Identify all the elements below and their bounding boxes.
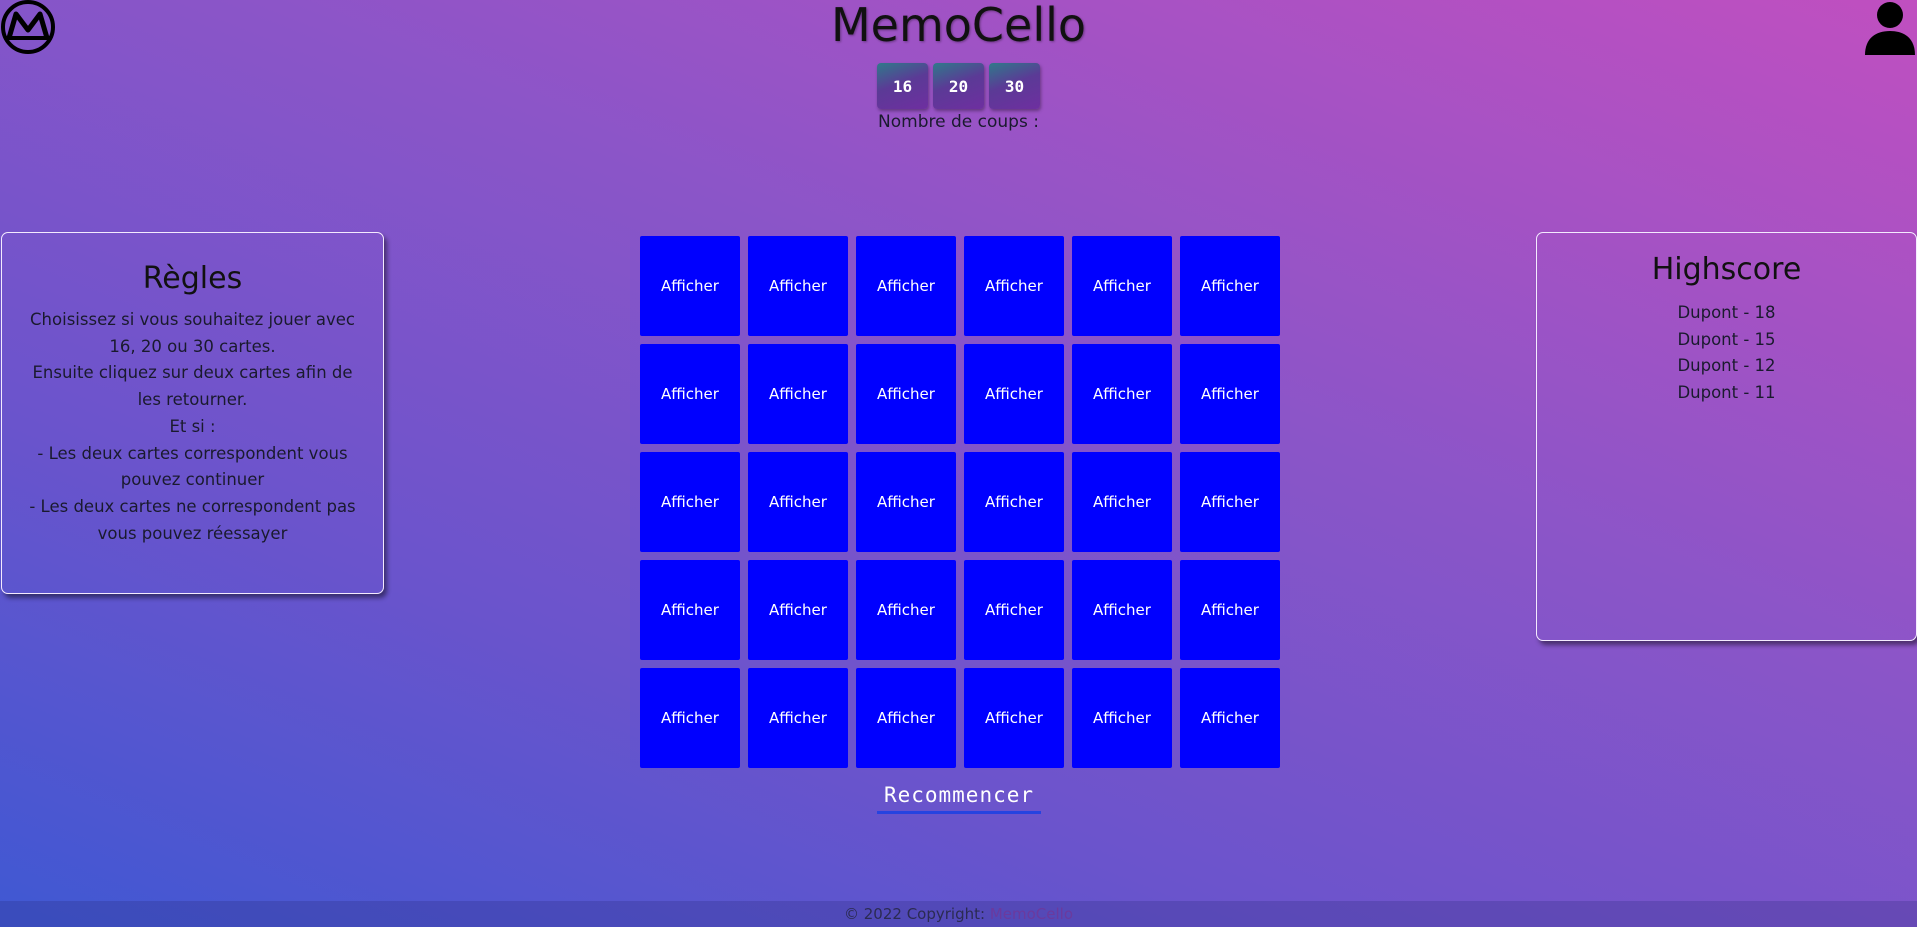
memory-card[interactable]: Afficher	[1072, 236, 1172, 336]
rules-line: Ensuite cliquez sur deux cartes afin de …	[32, 363, 353, 410]
highscore-entry: Dupont - 12	[1677, 356, 1776, 376]
footer: © 2022 Copyright: MemoCello	[0, 901, 1917, 927]
memory-card[interactable]: Afficher	[1180, 344, 1280, 444]
memory-card[interactable]: Afficher	[856, 344, 956, 444]
memory-card[interactable]: Afficher	[964, 452, 1064, 552]
memory-card[interactable]: Afficher	[1072, 668, 1172, 768]
memory-card[interactable]: Afficher	[1072, 344, 1172, 444]
memory-card[interactable]: Afficher	[856, 668, 956, 768]
memory-card[interactable]: Afficher	[964, 344, 1064, 444]
memory-card[interactable]: Afficher	[1180, 236, 1280, 336]
rules-text: Choisissez si vous souhaitez jouer avec …	[2, 307, 383, 547]
memory-card[interactable]: Afficher	[964, 236, 1064, 336]
memory-card[interactable]: Afficher	[748, 344, 848, 444]
highscore-list: Dupont - 18 Dupont - 15 Dupont - 12 Dupo…	[1537, 300, 1916, 407]
memory-card[interactable]: Afficher	[1180, 452, 1280, 552]
rules-line: Choisissez si vous souhaitez jouer avec …	[30, 310, 355, 356]
highscore-entry: Dupont - 18	[1677, 303, 1776, 322]
rules-panel: Règles Choisissez si vous souhaitez joue…	[1, 232, 384, 594]
memory-card[interactable]: Afficher	[748, 236, 848, 336]
memory-card[interactable]: Afficher	[964, 560, 1064, 660]
memory-card[interactable]: Afficher	[748, 452, 848, 552]
memory-card[interactable]: Afficher	[640, 560, 740, 660]
card-count-selector: 16 20 30	[0, 63, 1917, 109]
footer-link[interactable]: MemoCello	[990, 905, 1073, 923]
memory-card[interactable]: Afficher	[964, 668, 1064, 768]
memory-card[interactable]: Afficher	[640, 344, 740, 444]
highscore-title: Highscore	[1651, 252, 1802, 287]
memory-card[interactable]: Afficher	[856, 560, 956, 660]
copyright-text: © 2022 Copyright:	[843, 905, 986, 923]
memory-card[interactable]: Afficher	[640, 668, 740, 768]
rules-title: Règles	[142, 261, 243, 296]
highscore-entry: Dupont - 15	[1677, 329, 1776, 349]
memory-card[interactable]: Afficher	[1180, 668, 1280, 768]
memory-card[interactable]: Afficher	[748, 668, 848, 768]
size-30-button[interactable]: 30	[989, 63, 1040, 109]
memory-card[interactable]: Afficher	[856, 452, 956, 552]
memory-card[interactable]: Afficher	[640, 452, 740, 552]
memory-card[interactable]: Afficher	[640, 236, 740, 336]
highscore-panel: Highscore Dupont - 18 Dupont - 15 Dupont…	[1536, 232, 1917, 641]
page-title: MemoCello	[830, 0, 1087, 52]
rules-line: - Les deux cartes ne correspondent pas v…	[29, 496, 356, 543]
memory-card[interactable]: Afficher	[1072, 560, 1172, 660]
restart-button[interactable]: Recommencer	[877, 783, 1041, 814]
rules-line: Et si :	[169, 416, 216, 436]
moves-counter-label: Nombre de coups :	[878, 112, 1039, 132]
size-20-button[interactable]: 20	[933, 63, 984, 109]
rules-line: - Les deux cartes correspondent vous pou…	[37, 443, 348, 490]
memory-card[interactable]: Afficher	[1072, 452, 1172, 552]
memory-card[interactable]: Afficher	[1180, 560, 1280, 660]
size-16-button[interactable]: 16	[877, 63, 928, 109]
highscore-entry: Dupont - 11	[1677, 383, 1776, 403]
memory-card[interactable]: Afficher	[856, 236, 956, 336]
memory-card[interactable]: Afficher	[748, 560, 848, 660]
card-board: Afficher Afficher Afficher Afficher Afficher…	[640, 236, 1280, 768]
